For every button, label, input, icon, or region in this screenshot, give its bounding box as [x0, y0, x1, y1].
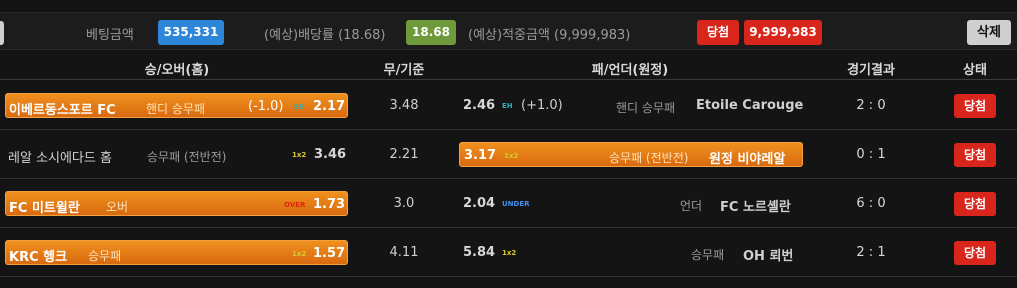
away-team: 원정 비야레알: [709, 152, 786, 167]
draw-value[interactable]: 3.48: [390, 98, 419, 113]
header-status: 상태: [963, 63, 987, 78]
home-odds: 2.17: [313, 99, 346, 114]
draw-value[interactable]: 2.21: [390, 147, 419, 162]
1x2-icon: 1x2: [504, 152, 519, 160]
1x2-icon: 1x2: [292, 151, 307, 159]
away-bet-type: 승무패: [691, 248, 725, 262]
handicap-icon: EH: [502, 102, 513, 110]
header-result: 경기결과: [847, 63, 895, 78]
expected-payout-label: (예상)적중금액 (9,999,983): [468, 28, 631, 43]
away-team: FC 노르셸란: [720, 200, 791, 215]
away-odds: 5.84: [463, 245, 496, 260]
home-bet-type: 승무패 (전반전): [147, 150, 227, 164]
expected-odds-badge: 18.68: [406, 20, 456, 45]
home-odds: 1.73: [313, 197, 346, 212]
home-pick-cell[interactable]: KRC 헹크 승무패 1x2 1.57: [5, 240, 348, 265]
under-icon: UNDER: [502, 200, 530, 208]
home-pick-cell[interactable]: 이베르동스포르 FC 핸디 승무패 (-1.0) EH 2.17: [5, 93, 348, 118]
away-pick-cell[interactable]: 3.17 1x2 승무패 (전반전) 원정 비야레알: [459, 142, 803, 167]
away-odds: 2.04: [463, 196, 496, 211]
home-odds: 3.46: [314, 147, 347, 162]
match-score: 6 : 0: [856, 196, 886, 211]
home-bet-type: 승무패: [88, 249, 122, 263]
away-odds: 2.46: [463, 98, 496, 113]
status-badge: 당첨: [954, 143, 996, 167]
home-bet-type: 핸디 승무패: [146, 102, 206, 116]
table-row: 이베르동스포르 FC 핸디 승무패 (-1.0) EH 2.17 3.48 2.…: [0, 81, 1017, 130]
match-score: 0 : 1: [856, 147, 886, 162]
1x2-icon: 1x2: [502, 249, 517, 257]
away-bet-type: 언더: [680, 199, 703, 213]
home-pick-cell[interactable]: FC 미트윌란 오버 OVER 1.73: [5, 191, 348, 216]
bet-amount-badge: 535,331: [158, 20, 224, 45]
draw-value[interactable]: 4.11: [390, 245, 419, 260]
status-badge: 당첨: [954, 241, 996, 265]
bet-amount-label: 베팅금액: [86, 28, 134, 43]
home-odds: 1.57: [313, 246, 346, 261]
away-pick-cell[interactable]: 2.46 EH (+1.0) 핸디 승무패 Etoile Carouge: [458, 93, 804, 118]
away-team: OH 뢰번: [743, 249, 794, 264]
header-home: 승/오버(홈): [144, 63, 210, 78]
draw-value[interactable]: 3.0: [394, 196, 415, 211]
away-pick-cell[interactable]: 2.04 UNDER 언더 FC 노르셸란: [458, 191, 804, 216]
expected-odds-label: (예상)배당률 (18.68): [264, 28, 386, 43]
status-badge: 당첨: [954, 192, 996, 216]
bet-summary-bar: 베팅금액 535,331 (예상)배당률 (18.68) 18.68 (예상)적…: [0, 12, 1017, 50]
header-draw: 무/기준: [383, 63, 425, 78]
home-handicap: (-1.0): [248, 99, 284, 114]
table-header: 승/오버(홈) 무/기준 패/언더(원정) 경기결과 상태: [0, 54, 1017, 80]
away-handicap: (+1.0): [521, 98, 563, 113]
away-odds: 3.17: [464, 148, 497, 163]
home-pick-cell[interactable]: 레알 소시에다드 홈 승무패 (전반전) 1x2 3.46: [5, 142, 348, 167]
home-team: 이베르동스포르 FC: [9, 103, 116, 118]
delete-button[interactable]: 삭제: [967, 20, 1011, 45]
away-bet-type: 승무패 (전반전): [609, 151, 689, 165]
home-team: 레알 소시에다드 홈: [8, 151, 112, 166]
away-bet-type: 핸디 승무패: [616, 101, 676, 115]
table-row: KRC 헹크 승무패 1x2 1.57 4.11 5.84 1x2 승무패 OH…: [0, 228, 1017, 277]
1x2-icon: 1x2: [292, 250, 307, 258]
home-team: FC 미트윌란: [9, 201, 80, 216]
away-team: Etoile Carouge: [696, 98, 804, 113]
home-bet-type: 오버: [106, 200, 129, 214]
match-score: 2 : 1: [856, 245, 886, 260]
left-edge-button[interactable]: [0, 21, 4, 45]
header-away: 패/언더(원정): [591, 63, 669, 78]
match-score: 2 : 0: [856, 98, 886, 113]
over-icon: OVER: [284, 201, 306, 209]
home-team: KRC 헹크: [9, 250, 68, 265]
handicap-icon: EH: [294, 103, 305, 111]
payout-badge: 9,999,983: [744, 20, 822, 45]
table-row: 레알 소시에다드 홈 승무패 (전반전) 1x2 3.46 2.21 3.17 …: [0, 130, 1017, 179]
status-badge: 당첨: [954, 94, 996, 118]
table-row: FC 미트윌란 오버 OVER 1.73 3.0 2.04 UNDER 언더 F…: [0, 179, 1017, 228]
result-badge: 당첨: [697, 20, 739, 45]
away-pick-cell[interactable]: 5.84 1x2 승무패 OH 뢰번: [458, 240, 804, 265]
